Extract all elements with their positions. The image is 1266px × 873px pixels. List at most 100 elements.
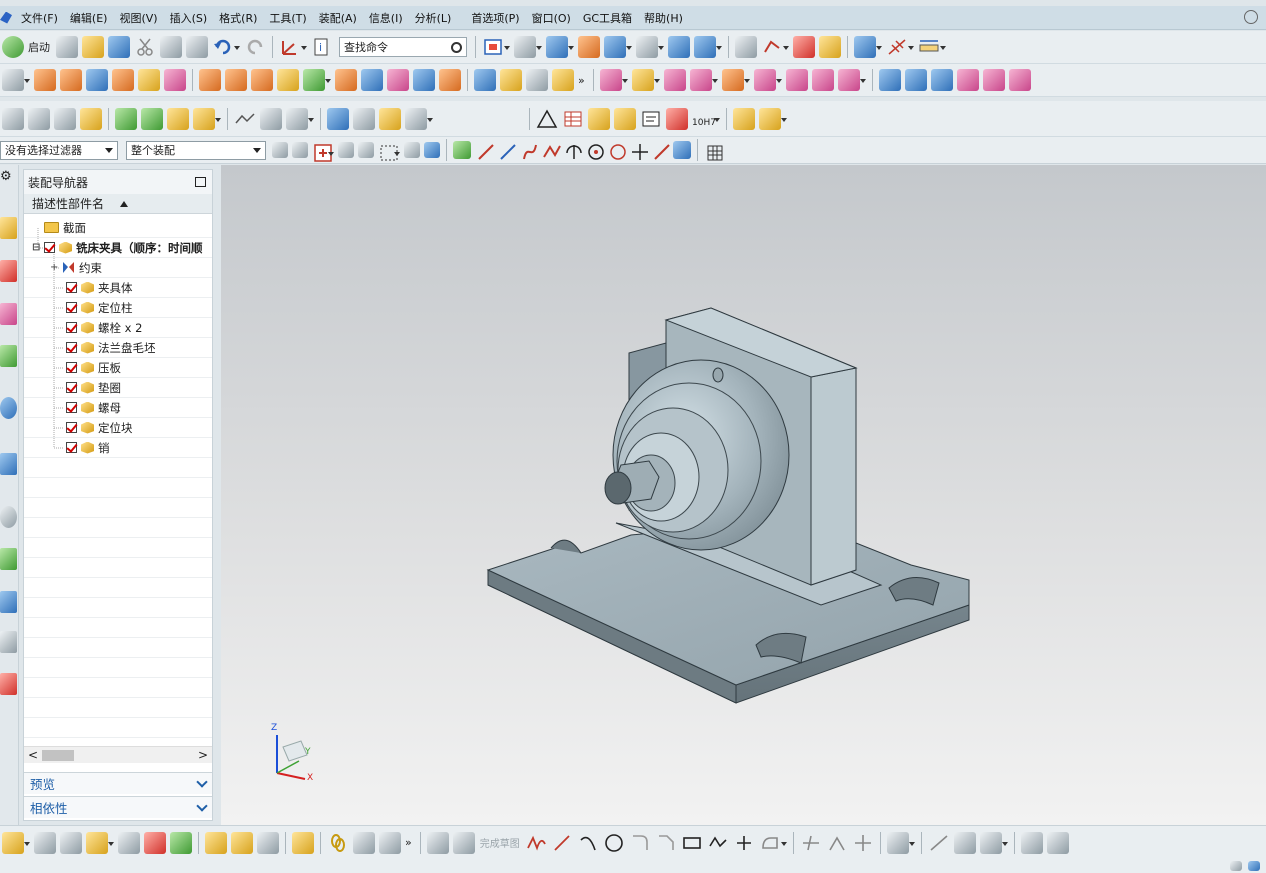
finish-sketch-label[interactable]: 完成草图 [480,835,520,850]
preview-section-header[interactable]: 预览 [24,772,212,794]
gear-icon[interactable] [379,107,401,130]
synchronous-move-face-icon[interactable] [599,69,628,91]
pull-face-icon[interactable] [631,69,660,91]
fastener-icon[interactable] [405,107,433,130]
snap-arc-center-icon[interactable] [585,141,604,160]
unite-icon[interactable] [277,69,299,91]
grid-icon[interactable] [704,142,723,161]
edit-section-icon[interactable] [694,36,722,58]
edge-blend-icon[interactable] [361,69,383,91]
circle-icon[interactable] [603,832,625,854]
tree-row-constraints[interactable]: + 约束 [24,258,212,278]
visibility-checkbox[interactable] [66,362,77,373]
link-icon[interactable] [327,832,349,854]
dependency-section-header[interactable]: 相依性 [24,796,212,818]
snap-point-icon[interactable] [453,141,471,159]
status-display-icon[interactable] [1248,861,1260,871]
copy-icon[interactable] [160,36,182,58]
menu-information[interactable]: 信息(I) [363,10,409,26]
routing-icon[interactable] [379,831,401,854]
replace-face-icon[interactable] [689,69,718,91]
snap-existing-point-icon[interactable] [629,141,648,160]
start-icon[interactable] [2,36,24,58]
pad-icon[interactable] [225,69,247,91]
more-commands-button[interactable]: » [578,74,585,87]
tree-row-part[interactable]: 法兰盘毛坯 [24,338,212,358]
measure-distance-icon[interactable] [918,36,946,58]
filter-options-icon[interactable] [272,142,288,158]
history-tab-icon[interactable] [0,453,17,475]
make-coaxial-icon[interactable] [811,69,834,91]
arc-icon[interactable] [577,832,599,854]
wcs-icon[interactable] [279,36,307,58]
wave-linker-icon[interactable] [34,831,56,854]
visibility-checkbox[interactable] [66,302,77,313]
gc-tools-icon[interactable] [759,107,787,130]
dimension-icon[interactable] [886,36,914,58]
visibility-checkbox[interactable] [66,342,77,353]
roles-tab-icon[interactable] [0,673,17,695]
rapid-dimension-icon[interactable] [953,831,976,854]
rectangle-icon[interactable] [681,832,703,854]
sketch-in-task-icon[interactable] [426,831,449,854]
process-studio-tab-icon[interactable] [0,591,17,613]
tree-row-part[interactable]: 夹具体 [24,278,212,298]
menu-tools[interactable]: 工具(T) [263,10,312,26]
visibility-checkbox[interactable] [66,442,77,453]
geometric-constraints-icon[interactable] [928,832,950,854]
menu-window[interactable]: 窗口(O) [526,10,577,26]
tolerance-icon[interactable]: 10H7 [692,108,720,130]
revolve-icon[interactable] [60,69,82,91]
settings-gear-icon[interactable]: ⚙ [0,169,17,191]
menu-view[interactable]: 视图(V) [113,10,163,26]
background-icon[interactable] [636,36,664,58]
show-hide-constraints-icon[interactable] [170,831,192,854]
manufacturing-wizard-tab-icon[interactable] [0,631,17,653]
scrollbar-thumb[interactable] [42,750,74,761]
add-existing-icon[interactable] [86,831,114,854]
studio-surface-icon[interactable] [956,69,979,91]
move-object-icon[interactable] [761,36,789,58]
part-navigator-tab-icon[interactable] [0,303,17,325]
tree-row-part[interactable]: 定位块 [24,418,212,438]
cylinder-icon[interactable] [112,69,134,91]
web-browser-tab-icon[interactable] [0,397,17,419]
offset-curve-icon[interactable] [759,832,787,854]
motion-icon[interactable] [854,36,882,58]
wave-geometry-icon[interactable] [260,107,282,130]
reference-set-icon[interactable] [54,107,76,130]
tree-row-section[interactable]: 截面 [24,218,212,238]
menu-preferences[interactable]: 首选项(P) [465,10,525,26]
fit-view-icon[interactable] [482,36,510,58]
through-curves-icon[interactable] [878,69,901,91]
triangle-icon[interactable] [536,108,558,130]
feature-table-icon[interactable] [588,107,610,130]
fillet-icon[interactable] [629,832,651,854]
information-icon[interactable]: i [311,36,333,58]
swept-icon[interactable] [930,69,953,91]
interpart-link-icon[interactable] [60,831,82,854]
menu-gc-toolbox[interactable]: GC工具箱 [577,10,638,26]
layer-icon[interactable] [578,36,600,58]
note-icon[interactable] [640,108,662,130]
profile-icon[interactable] [525,832,547,854]
snap-curve-point-icon[interactable] [519,141,537,160]
status-view-icon[interactable] [1230,861,1242,871]
snap-perpendicular-icon[interactable] [563,141,582,159]
snap-end-point-icon[interactable] [475,141,494,160]
sequence-icon[interactable] [286,107,314,130]
through-mesh-icon[interactable] [904,69,927,91]
visibility-checkbox[interactable] [66,382,77,393]
tree-row-part[interactable]: 螺母 [24,398,212,418]
select-all-icon[interactable] [338,142,354,158]
snap-mid-point-icon[interactable] [497,141,516,160]
scroll-left-button[interactable]: < [28,748,38,762]
move-component-icon[interactable] [118,831,140,854]
offset-face-icon[interactable] [526,69,548,91]
x-form-icon[interactable] [982,69,1005,91]
measure-icon[interactable] [793,36,815,58]
mirror-curve-icon[interactable] [886,831,915,854]
column-header-part-name[interactable]: 描述性部件名 [24,194,212,214]
visibility-checkbox[interactable] [44,242,55,253]
select-feature-icon[interactable] [312,142,334,162]
